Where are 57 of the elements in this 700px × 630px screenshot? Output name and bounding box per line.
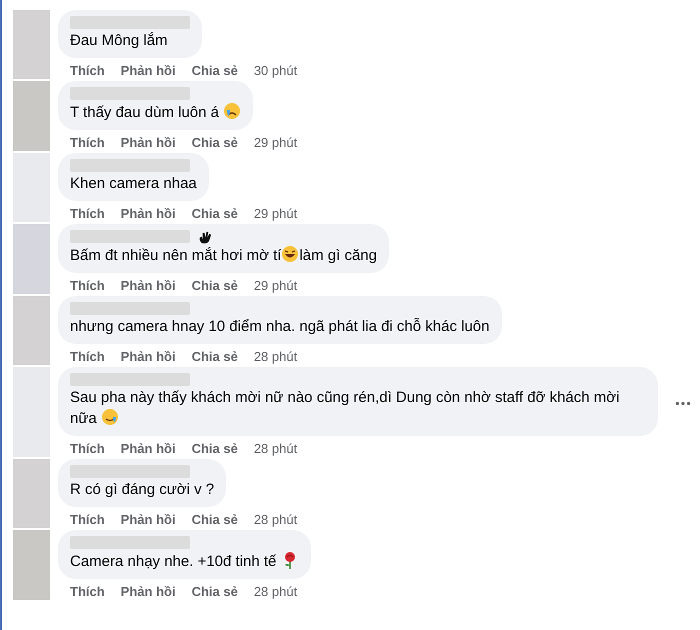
redacted-name[interactable] [70,230,190,243]
share-link[interactable]: Chia sẻ [192,134,238,151]
reply-link[interactable]: Phản hồi [120,511,176,528]
comment-text: Sau pha này thấy khách mời nữ nào cũng rén,dì Dung còn nhờ staff đỡ khách mời nữa [70,388,620,429]
comment-time[interactable]: 28 phút [254,511,298,528]
redacted-name[interactable] [70,16,190,29]
share-link[interactable]: Chia sẻ [192,277,238,294]
avatar[interactable] [13,81,50,151]
redacted-name[interactable] [70,373,190,386]
redacted-name[interactable] [70,87,190,100]
avatar[interactable] [13,459,50,528]
comment-text: Bấm đt nhiều nên mắt hơi mờ tí làm gì căng [70,245,377,266]
share-link[interactable]: Chia sẻ [192,62,238,79]
redacted-name[interactable] [70,536,190,549]
comment-text: Đau Mông lắm [70,31,169,51]
like-link[interactable]: Thích [70,583,105,600]
share-link[interactable]: Chia sẻ [192,348,238,365]
avatar[interactable] [13,296,50,365]
like-link[interactable]: Thích [70,348,105,365]
reply-link[interactable]: Phản hồi [120,277,176,294]
comment-time[interactable]: 29 phút [254,205,298,222]
avatar[interactable] [13,10,50,79]
comment-time[interactable]: 29 phút [254,134,298,151]
like-link[interactable]: Thích [70,277,105,294]
avatar[interactable] [13,530,50,600]
sad-face-icon [223,102,242,120]
reply-link[interactable]: Phản hồi [120,134,176,151]
comment-time[interactable]: 28 phút [254,348,298,365]
comment-text: nhưng camera hnay 10 điểm nha. ngã phát lia đi chỗ khác luôn [70,317,490,337]
comment-text: Camera nhạy nhe. +10đ tinh tế [70,551,299,572]
comment-text: R có gì đáng cười v ? [70,480,214,500]
reply-link[interactable]: Phản hồi [120,62,176,79]
like-link[interactable]: Thích [70,440,105,457]
share-link[interactable]: Chia sẻ [192,511,238,528]
comment-text: Khen camera nhaa [70,174,197,194]
like-link[interactable]: Thích [70,134,105,151]
reply-link[interactable]: Phản hồi [120,348,176,365]
share-link[interactable]: Chia sẻ [192,583,238,600]
comment-text: T thấy đau dùm luôn á [70,102,242,123]
comment-time[interactable]: 30 phút [254,62,298,79]
reply-link[interactable]: Phản hồi [120,440,176,457]
laughing-face-icon [281,245,300,263]
comment-time[interactable]: 28 phút [254,440,298,457]
like-link[interactable]: Thích [70,205,105,222]
like-link[interactable]: Thích [70,511,105,528]
avatar[interactable] [13,224,50,294]
reply-link[interactable]: Phản hồi [120,205,176,222]
comment-time[interactable]: 29 phút [254,277,298,294]
redacted-name[interactable] [70,159,190,172]
reply-link[interactable]: Phản hồi [120,583,176,600]
redacted-name[interactable] [70,465,190,478]
redacted-name[interactable] [70,302,190,315]
tearful-smile-icon [100,408,119,426]
share-link[interactable]: Chia sẻ [192,205,238,222]
like-link[interactable]: Thích [70,62,105,79]
comment-time[interactable]: 28 phút [254,583,298,600]
share-link[interactable]: Chia sẻ [192,440,238,457]
